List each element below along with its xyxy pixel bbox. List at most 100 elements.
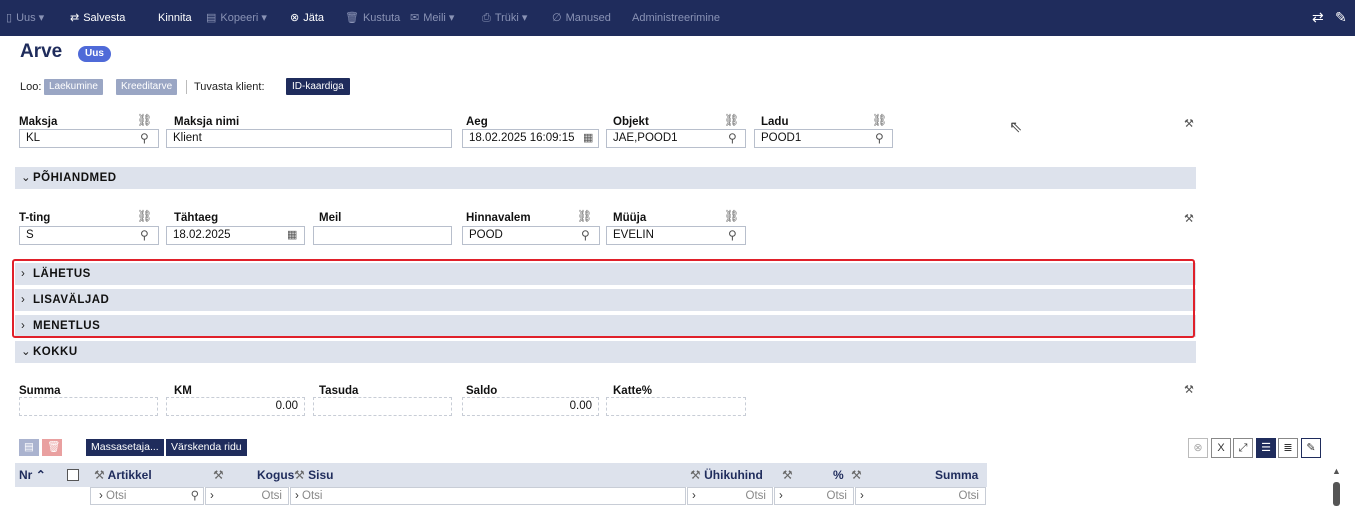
warehouse-link-icon[interactable]: ⛓	[872, 114, 887, 126]
column-wrench-icon[interactable]: ⚒	[782, 465, 793, 485]
id-card-button[interactable]: ID-kaardiga	[286, 78, 350, 95]
balance-label: Saldo	[466, 385, 498, 397]
sum-filter[interactable]: › Otsi	[855, 487, 986, 505]
delete-button[interactable]: 🗑 Kustuta	[345, 11, 400, 25]
margin-label: Katte%	[613, 385, 652, 397]
warehouse-search-icon[interactable]: ⚲	[875, 131, 884, 145]
object-input[interactable]: JAE,POOD1	[606, 129, 746, 148]
refresh-rows-button[interactable]: Värskenda ridu	[166, 439, 247, 456]
due-date-input[interactable]: 18.02.2025	[166, 226, 305, 245]
seller-input[interactable]: EVELIN	[606, 226, 746, 245]
chevron-down-icon: ⌄	[21, 346, 32, 358]
admin-button[interactable]: Administreerimine	[632, 11, 720, 25]
column-wrench-icon[interactable]: ⚒	[851, 465, 862, 485]
printer-icon: ⎙	[482, 12, 491, 24]
new-doc-icon: ▯	[6, 12, 13, 24]
column-article[interactable]: ⚒ Artikkel	[94, 465, 152, 485]
payer-name-label: Maksja nimi	[174, 116, 240, 128]
copy-button[interactable]: ▤ Kopeeri ▾	[206, 11, 267, 25]
column-nr[interactable]: Nr ⌃	[19, 465, 46, 485]
create-credit-note-button[interactable]: Kreeditarve	[116, 79, 178, 95]
page-title: Arve	[20, 41, 63, 62]
expand-icon[interactable]: ⤢	[1233, 438, 1253, 458]
terms-label: T-ting	[19, 212, 51, 224]
list-view-icon[interactable]: ☰	[1256, 438, 1276, 458]
delete-row-button[interactable]: 🗑	[42, 439, 62, 456]
mass-setter-button[interactable]: Massasetaja...	[86, 439, 164, 456]
payer-link-icon[interactable]: ⛓	[137, 114, 152, 126]
section-main-data[interactable]: ⌄ PÕHIANDMED	[15, 167, 1196, 189]
calendar-icon[interactable]: ▦	[287, 228, 297, 242]
settings-wrench-icon[interactable]: ⚒	[1184, 383, 1194, 396]
wrench-icon[interactable]: ✎	[1335, 8, 1347, 26]
print-button[interactable]: ⎙ Trüki ▾	[482, 11, 527, 25]
content-filter[interactable]: › Otsi	[290, 487, 686, 505]
payer-input[interactable]: KL	[19, 129, 159, 148]
terms-input[interactable]: S	[19, 226, 159, 245]
article-filter[interactable]: › Otsi ⚲	[90, 487, 204, 505]
object-link-icon[interactable]: ⛓	[724, 114, 739, 126]
leave-button[interactable]: ⊗ Jäta	[290, 11, 324, 25]
mouse-cursor-icon: ⇖	[1009, 119, 1023, 136]
save-icon: ⇄	[70, 12, 80, 24]
email-input[interactable]	[313, 226, 452, 245]
sum-label: Summa	[19, 385, 61, 397]
time-input[interactable]: 18.02.2025 16:09:15	[462, 129, 599, 148]
wrench-icon: ⚒	[94, 468, 105, 482]
column-percent[interactable]: %	[833, 465, 844, 485]
pricelist-link-icon[interactable]: ⛓	[577, 210, 592, 222]
warehouse-input[interactable]: POOD1	[754, 129, 893, 148]
payer-search-icon[interactable]: ⚲	[140, 131, 149, 145]
detail-view-icon[interactable]: ≣	[1278, 438, 1298, 458]
to-pay-value	[313, 397, 452, 416]
seller-search-icon[interactable]: ⚲	[728, 228, 737, 242]
margin-value	[606, 397, 746, 416]
create-payment-button[interactable]: Laekumine	[44, 79, 103, 95]
chevron-right-icon: ›	[99, 490, 103, 502]
percent-filter[interactable]: › Otsi	[774, 487, 854, 505]
search-icon: ⚲	[190, 490, 199, 502]
payer-label: Maksja	[19, 116, 58, 128]
copy-row-button[interactable]: ▤	[19, 439, 39, 456]
pricelist-input[interactable]: POOD	[462, 226, 600, 245]
mail-button[interactable]: ✉ Meili ▾	[410, 11, 454, 25]
calendar-icon[interactable]: ▦	[583, 131, 593, 145]
terms-search-icon[interactable]: ⚲	[140, 228, 149, 242]
new-button[interactable]: ▯ Uus ▾	[6, 11, 44, 25]
column-sum[interactable]: Summa	[935, 465, 978, 485]
swap-icon[interactable]: ⇄	[1312, 8, 1324, 26]
scrollbar-thumb[interactable]	[1333, 482, 1340, 506]
wrench-icon[interactable]: ✎	[1301, 438, 1321, 458]
column-content[interactable]: ⚒ Sisu	[294, 465, 333, 485]
excel-icon[interactable]: X	[1211, 438, 1231, 458]
seller-link-icon[interactable]: ⛓	[724, 210, 739, 222]
close-circle-icon: ⊗	[290, 12, 300, 24]
unit-price-filter[interactable]: › Otsi	[687, 487, 773, 505]
payer-name-input[interactable]: Klient	[166, 129, 452, 148]
warehouse-label: Ladu	[761, 116, 789, 128]
clear-icon[interactable]: ⊗	[1188, 438, 1208, 458]
create-label: Loo:	[20, 81, 42, 93]
save-button[interactable]: ⇄ Salvesta	[70, 11, 125, 25]
settings-wrench-icon[interactable]: ⚒	[1184, 117, 1194, 130]
confirm-button[interactable]: Kinnita	[158, 11, 192, 25]
sum-value	[19, 397, 158, 416]
scroll-up-icon[interactable]: ▲	[1332, 466, 1341, 476]
mail-icon: ✉	[410, 12, 420, 24]
terms-link-icon[interactable]: ⛓	[137, 210, 152, 222]
pricelist-search-icon[interactable]: ⚲	[581, 228, 590, 242]
sort-up-icon: ⌃	[35, 468, 46, 482]
chevron-right-icon: ›	[210, 490, 214, 502]
quantity-filter[interactable]: › Otsi	[205, 487, 289, 505]
copy-icon: ▤	[24, 441, 34, 453]
column-wrench-icon[interactable]: ⚒	[213, 465, 224, 485]
object-search-icon[interactable]: ⚲	[728, 131, 737, 145]
column-quantity[interactable]: Kogus	[257, 465, 294, 485]
attachments-button[interactable]: ∅ Manused	[552, 11, 611, 25]
section-totals[interactable]: ⌄ KOKKU	[15, 341, 1196, 363]
time-label: Aeg	[466, 116, 488, 128]
settings-wrench-icon[interactable]: ⚒	[1184, 212, 1194, 225]
select-all-checkbox[interactable]	[67, 469, 79, 481]
chevron-right-icon: ›	[860, 490, 864, 502]
column-unit-price[interactable]: ⚒ Ühikuhind	[690, 465, 763, 485]
